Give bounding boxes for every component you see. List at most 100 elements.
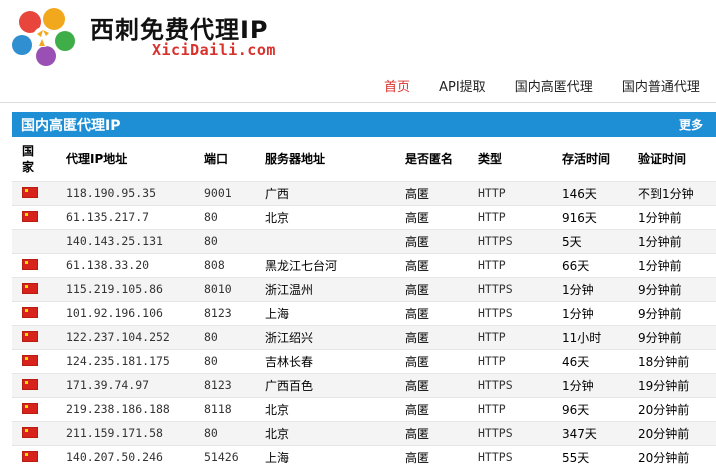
col-port: 端口 — [204, 152, 229, 167]
country-cell — [12, 372, 58, 397]
table-row: 171.39.74.97 8123 广西百色 高匿 HTTPS 1分钟 19分钟前 — [12, 372, 716, 397]
verified-cell: 9分钟前 — [630, 324, 716, 349]
panel-header: 国内高匿代理IP 更多 — [12, 112, 716, 137]
alive-cell: 146天 — [554, 180, 630, 205]
china-flag-icon — [22, 211, 38, 222]
china-flag-icon — [22, 307, 38, 318]
ip-cell: 140.207.50.246 — [58, 444, 196, 469]
table-row: 101.92.196.106 8123 上海 高匿 HTTPS 1分钟 9分钟前 — [12, 300, 716, 325]
alive-cell: 11小时 — [554, 324, 630, 349]
china-flag-icon — [22, 283, 38, 294]
table-row: 219.238.186.188 8118 北京 高匿 HTTP 96天 20分钟前 — [12, 396, 716, 421]
anonymity-cell: 高匿 — [397, 324, 470, 349]
port-cell: 80 — [196, 348, 257, 373]
anonymity-cell: 高匿 — [397, 300, 470, 325]
ip-cell: 61.135.217.7 — [58, 204, 196, 229]
type-cell: HTTPS — [470, 372, 554, 397]
anonymity-cell: 高匿 — [397, 276, 470, 301]
col-location: 服务器地址 — [265, 152, 326, 167]
china-flag-icon — [22, 259, 38, 270]
ip-cell: 140.143.25.131 — [58, 228, 196, 253]
verified-cell: 1分钟前 — [630, 204, 716, 229]
ip-cell: 124.235.181.175 — [58, 348, 196, 373]
location-cell: 上海 — [257, 300, 397, 325]
table-row: 140.143.25.131 80 高匿 HTTPS 5天 1分钟前 — [12, 228, 716, 253]
alive-cell: 96天 — [554, 396, 630, 421]
location-cell: 吉林长春 — [257, 348, 397, 373]
site-title[interactable]: 西刺免费代理IP — [90, 10, 269, 45]
verified-cell: 1分钟前 — [630, 252, 716, 277]
table-row: 211.159.171.58 80 北京 高匿 HTTPS 347天 20分钟前 — [12, 420, 716, 445]
location-cell: 黑龙江七台河 — [257, 252, 397, 277]
nav-domestic-normal[interactable]: 国内普通代理 — [622, 76, 700, 95]
country-cell — [12, 252, 58, 277]
location-cell: 广西 — [257, 180, 397, 205]
ip-cell: 171.39.74.97 — [58, 372, 196, 397]
panel-title: 国内高匿代理IP — [21, 118, 121, 134]
port-cell: 80 — [196, 420, 257, 445]
china-flag-icon — [22, 379, 38, 390]
table-header-row: 国家 代理IP地址 端口 服务器地址 是否匿名 类型 存活时间 验证时间 — [12, 137, 716, 181]
country-cell — [12, 396, 58, 421]
port-cell: 80 — [196, 204, 257, 229]
alive-cell: 55天 — [554, 444, 630, 469]
nav-home[interactable]: 首页 — [384, 76, 410, 95]
verified-cell: 20分钟前 — [630, 444, 716, 469]
verified-cell: 19分钟前 — [630, 372, 716, 397]
country-cell — [12, 324, 58, 349]
type-cell: HTTP — [470, 324, 554, 349]
site-logo-icon[interactable] — [10, 6, 76, 68]
alive-cell: 1分钟 — [554, 300, 630, 325]
table-row: 61.135.217.7 80 北京 高匿 HTTP 916天 1分钟前 — [12, 204, 716, 229]
verified-cell: 9分钟前 — [630, 300, 716, 325]
table-row: 140.207.50.246 51426 上海 高匿 HTTPS 55天 20分钟前 — [12, 444, 716, 469]
country-cell — [12, 276, 58, 301]
col-alive: 存活时间 — [562, 152, 611, 167]
type-cell: HTTPS — [470, 420, 554, 445]
anonymity-cell: 高匿 — [397, 252, 470, 277]
alive-cell: 916天 — [554, 204, 630, 229]
alive-cell: 5天 — [554, 228, 630, 253]
port-cell: 80 — [196, 324, 257, 349]
port-cell: 8118 — [196, 396, 257, 421]
table-body: 118.190.95.35 9001 广西 高匿 HTTP 146天 不到1分钟 61.135… — [12, 180, 716, 469]
ip-cell: 101.92.196.106 — [58, 300, 196, 325]
col-anonymity: 是否匿名 — [405, 152, 454, 167]
type-cell: HTTP — [470, 396, 554, 421]
more-link[interactable]: 更多 — [679, 116, 703, 133]
nav-api[interactable]: API提取 — [439, 76, 486, 95]
type-cell: HTTPS — [470, 300, 554, 325]
china-flag-icon — [22, 451, 38, 463]
verified-cell: 18分钟前 — [630, 348, 716, 373]
type-cell: HTTP — [470, 348, 554, 373]
type-cell: HTTPS — [470, 444, 554, 469]
col-verified: 验证时间 — [638, 152, 687, 167]
proxy-table: 国家 代理IP地址 端口 服务器地址 是否匿名 类型 存活时间 验证时间 118… — [12, 137, 716, 469]
country-cell — [12, 204, 58, 229]
location-cell: 广西百色 — [257, 372, 397, 397]
table-row: 124.235.181.175 80 吉林长春 高匿 HTTP 46天 18分钟前 — [12, 348, 716, 373]
ip-cell: 219.238.186.188 — [58, 396, 196, 421]
nav-domestic-elite[interactable]: 国内高匿代理 — [515, 76, 593, 95]
site-domain[interactable]: XiciDaili.com — [152, 41, 276, 59]
verified-cell: 9分钟前 — [630, 276, 716, 301]
location-cell: 北京 — [257, 420, 397, 445]
col-type: 类型 — [478, 152, 503, 167]
table-row: 61.138.33.20 808 黑龙江七台河 高匿 HTTP 66天 1分钟前 — [12, 252, 716, 277]
site-header: 西刺免费代理IP XiciDaili.com 首页 API提取 国内高匿代理 国… — [0, 0, 716, 103]
table-row: 118.190.95.35 9001 广西 高匿 HTTP 146天 不到1分钟 — [12, 180, 716, 205]
china-flag-icon — [22, 331, 38, 342]
china-flag-icon — [22, 403, 38, 414]
col-country: 国家 — [12, 137, 58, 181]
port-cell: 8010 — [196, 276, 257, 301]
ip-cell: 61.138.33.20 — [58, 252, 196, 277]
verified-cell: 20分钟前 — [630, 420, 716, 445]
type-cell: HTTP — [470, 180, 554, 205]
verified-cell: 20分钟前 — [630, 396, 716, 421]
alive-cell: 1分钟 — [554, 276, 630, 301]
location-cell: 北京 — [257, 396, 397, 421]
anonymity-cell: 高匿 — [397, 348, 470, 373]
type-cell: HTTP — [470, 204, 554, 229]
ip-cell: 211.159.171.58 — [58, 420, 196, 445]
country-cell — [12, 300, 58, 325]
